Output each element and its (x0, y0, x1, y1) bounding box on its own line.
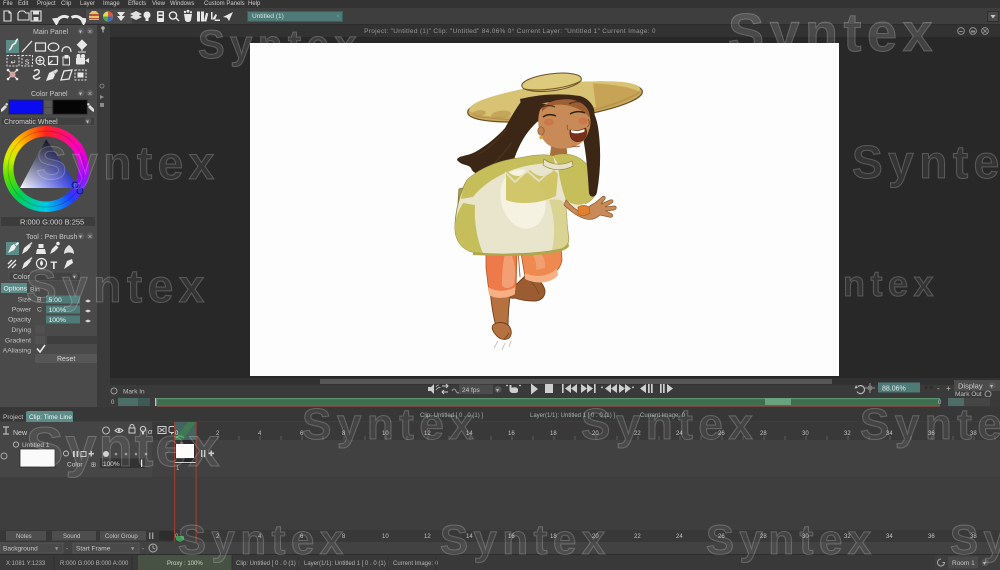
svg-text:100%: 100% (49, 317, 66, 324)
svg-text:◂▸: ◂▸ (85, 319, 91, 325)
svg-text:22: 22 (634, 534, 641, 540)
svg-text:10: 10 (382, 534, 389, 540)
svg-text:+: + (946, 384, 951, 393)
svg-text:▾: ▾ (79, 91, 82, 97)
svg-text:Start Frame: Start Frame (76, 546, 111, 553)
svg-text:Options: Options (4, 286, 28, 293)
svg-text:Mark In: Mark In (123, 389, 145, 396)
svg-text:Color Group: Color Group (105, 534, 138, 540)
svg-text:▾: ▾ (79, 29, 82, 35)
svg-text:Main Panel: Main Panel (33, 29, 68, 36)
svg-text:36: 36 (928, 534, 935, 540)
svg-text:Current Image: 0: Current Image: 0 (393, 561, 439, 567)
svg-text:▾: ▾ (990, 384, 993, 390)
svg-text:88.06%: 88.06% (882, 385, 906, 392)
svg-text:Display: Display (958, 382, 983, 391)
svg-text:S: S (25, 59, 30, 66)
svg-text:Color Panel: Color Panel (31, 91, 68, 98)
svg-text:Gradient: Gradient (5, 338, 31, 345)
svg-text:R:000 G:000 B:255: R:000 G:000 B:255 (20, 218, 84, 227)
svg-text:✕: ✕ (88, 29, 93, 35)
svg-text:Sound: Sound (63, 534, 80, 540)
svg-text:Opacity: Opacity (8, 317, 32, 324)
svg-text:Drying: Drying (11, 327, 31, 334)
svg-text:R:000 G:000 B:000 A:000: R:000 G:000 B:000 A:000 (60, 561, 129, 567)
svg-text:Tool : Pen Brush: Tool : Pen Brush (26, 234, 77, 241)
svg-text:-: - (66, 546, 68, 553)
svg-text:Project: Project (3, 414, 23, 421)
svg-text:-: - (937, 384, 940, 393)
svg-text:▾: ▾ (86, 119, 89, 125)
svg-text:-: - (142, 546, 144, 553)
svg-text:▾: ▾ (496, 388, 499, 394)
svg-text:✕: ✕ (88, 234, 93, 240)
svg-text:X:1081 Y:1233: X:1081 Y:1233 (6, 561, 46, 567)
svg-text:↵: ↵ (11, 60, 17, 67)
svg-text:Reset: Reset (57, 356, 75, 363)
svg-text:Chromatic Wheel: Chromatic Wheel (4, 119, 58, 126)
svg-text:Background: Background (3, 546, 38, 553)
svg-text:▾: ▾ (79, 234, 82, 240)
svg-text:34: 34 (886, 534, 893, 540)
svg-text:✕: ✕ (88, 91, 93, 97)
svg-text:24: 24 (676, 534, 683, 540)
svg-text:24 fps: 24 fps (462, 387, 480, 394)
svg-text:12: 12 (424, 534, 431, 540)
svg-text:Notes: Notes (16, 534, 32, 540)
svg-text:0: 0 (111, 400, 115, 406)
svg-text:AAliasing: AAliasing (3, 348, 32, 355)
